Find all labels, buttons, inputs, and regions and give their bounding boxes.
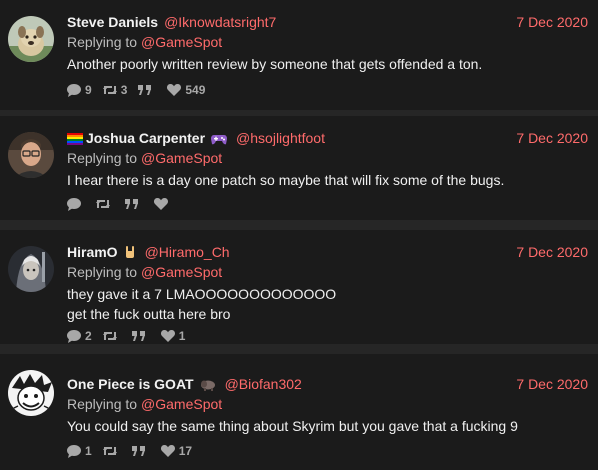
tweet-text: they gave it a 7 LMAOOOOOOOOOOOOO get th… — [67, 284, 588, 324]
tweet-card[interactable]: Steve Daniels @Iknowdatsright7 7 Dec 2020… — [0, 0, 598, 110]
mention-link[interactable]: @GameSpot — [141, 396, 222, 412]
like-button[interactable]: 1 — [160, 328, 186, 344]
reply-button[interactable] — [66, 197, 85, 211]
avatar-dog-image — [8, 16, 54, 62]
heart-icon — [160, 445, 175, 457]
reply-count: 9 — [85, 83, 92, 97]
quote-button[interactable] — [137, 83, 156, 97]
reply-button[interactable]: 9 — [66, 82, 92, 98]
like-count: 549 — [185, 83, 206, 97]
display-name[interactable]: HiramO — [67, 244, 118, 260]
avatar-hooded-figure-image — [8, 246, 54, 292]
tweet-text-line: Another poorly written review by someone… — [67, 56, 483, 72]
quote-icon — [138, 85, 152, 95]
tweet-text-line: I hear there is a day one patch so maybe… — [67, 172, 505, 188]
heart-icon — [153, 198, 169, 210]
replying-to: Replying to @GameSpot — [67, 394, 222, 414]
reply-icon — [67, 84, 81, 97]
mention-link[interactable]: @GameSpot — [141, 264, 222, 280]
tweet-actions: 9 3 549 — [66, 82, 215, 98]
bison-icon — [200, 376, 216, 396]
retweet-button[interactable] — [102, 444, 121, 458]
rainbow-flag-icon — [67, 130, 83, 150]
avatar-person-image — [8, 132, 54, 178]
tweet-date[interactable]: 7 Dec 2020 — [516, 12, 588, 32]
retweet-button[interactable]: 3 — [102, 82, 128, 98]
retweet-button[interactable] — [95, 197, 114, 211]
like-button[interactable]: 549 — [166, 82, 205, 98]
avatar-manga-image — [8, 370, 54, 416]
replying-to: Replying to @GameSpot — [67, 148, 222, 168]
retweet-icon — [96, 200, 110, 208]
like-button[interactable] — [153, 197, 172, 211]
tweet-actions: 1 17 — [66, 443, 202, 459]
quote-icon — [131, 331, 145, 341]
avatar[interactable] — [8, 132, 54, 178]
heart-icon — [167, 84, 182, 96]
user-handle[interactable]: @hsojlightfoot — [236, 130, 325, 146]
rock-hand-icon — [124, 244, 136, 264]
retweet-icon — [102, 86, 117, 94]
retweet-icon — [102, 447, 117, 455]
replying-to-label: Replying to — [67, 396, 138, 412]
tweet-actions — [66, 196, 182, 212]
user-handle[interactable]: @Iknowdatsright7 — [164, 14, 276, 30]
like-count: 1 — [178, 329, 186, 343]
user-handle[interactable]: @Hiramo_Ch — [145, 244, 230, 260]
tweet-actions: 2 1 — [66, 328, 195, 344]
reply-icon — [67, 198, 81, 211]
mention-link[interactable]: @GameSpot — [141, 150, 222, 166]
tweet-text: Another poorly written review by someone… — [67, 54, 588, 74]
quote-button[interactable] — [131, 444, 150, 458]
avatar[interactable] — [8, 16, 54, 62]
display-name[interactable]: Steve Daniels — [67, 14, 158, 30]
tweet-text: I hear there is a day one patch so maybe… — [67, 170, 588, 190]
avatar[interactable] — [8, 246, 54, 292]
display-name[interactable]: One Piece is GOAT — [67, 376, 194, 392]
tweet-date[interactable]: 7 Dec 2020 — [516, 128, 588, 148]
reply-icon — [67, 445, 81, 458]
heart-icon — [160, 330, 175, 342]
tweet-card[interactable]: One Piece is GOAT @Biofan302 7 Dec 2020 … — [0, 354, 598, 470]
reply-icon — [67, 330, 81, 343]
retweet-count: 3 — [120, 83, 128, 97]
avatar[interactable] — [8, 370, 54, 416]
reply-button[interactable]: 2 — [66, 328, 92, 344]
replying-to: Replying to @GameSpot — [67, 262, 222, 282]
tweet-card[interactable]: HiramO @Hiramo_Ch 7 Dec 2020 Replying to… — [0, 230, 598, 344]
tweet-text-line: get the fuck outta here bro — [67, 306, 231, 322]
tweet-date[interactable]: 7 Dec 2020 — [516, 374, 588, 394]
user-handle[interactable]: @Biofan302 — [225, 376, 302, 392]
quote-icon — [131, 446, 145, 456]
replying-to-label: Replying to — [67, 34, 138, 50]
reply-count: 1 — [85, 444, 92, 458]
replying-to-label: Replying to — [67, 150, 138, 166]
like-button[interactable]: 17 — [160, 443, 192, 459]
tweet-text: You could say the same thing about Skyri… — [67, 416, 588, 436]
tweet-date[interactable]: 7 Dec 2020 — [516, 242, 588, 262]
quote-button[interactable] — [131, 329, 150, 343]
tweet-text-line: You could say the same thing about Skyri… — [67, 418, 518, 434]
game-controller-icon — [211, 130, 228, 150]
tweet-text-line: they gave it a 7 LMAOOOOOOOOOOOOO — [67, 286, 337, 302]
quote-icon — [125, 199, 138, 209]
display-name[interactable]: Joshua Carpenter — [86, 130, 205, 146]
reply-button[interactable]: 1 — [66, 443, 92, 459]
retweet-icon — [102, 332, 117, 340]
tweet-card[interactable]: Joshua Carpenter @hsojlightfoot 7 Dec 20… — [0, 116, 598, 220]
retweet-button[interactable] — [102, 329, 121, 343]
quote-button[interactable] — [124, 197, 143, 211]
replying-to-label: Replying to — [67, 264, 138, 280]
reply-count: 2 — [85, 329, 92, 343]
mention-link[interactable]: @GameSpot — [141, 34, 222, 50]
like-count: 17 — [178, 444, 193, 458]
replying-to: Replying to @GameSpot — [67, 32, 222, 52]
